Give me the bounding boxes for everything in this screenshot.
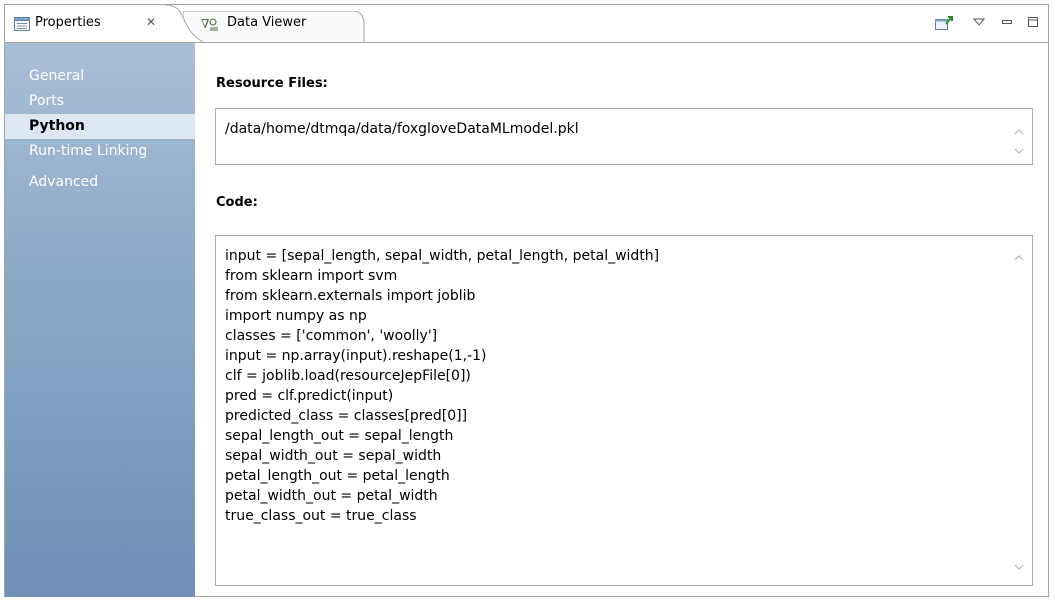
code-line: true_class_out = true_class — [225, 508, 417, 524]
code-line: clf = joblib.load(resourceJepFile[0]) — [225, 368, 471, 384]
code-line: sepal_length_out = sepal_length — [225, 428, 454, 444]
tab-properties[interactable]: Properties ✕ — [5, 5, 165, 42]
scroll-up-icon[interactable] — [1013, 128, 1025, 136]
code-line: classes = ['common', 'woolly'] — [225, 328, 438, 344]
scroll-down-icon[interactable] — [1013, 147, 1025, 155]
code-line: petal_width_out = petal_width — [225, 488, 438, 504]
code-text: input = [sepal_length, sepal_width, peta… — [225, 246, 659, 526]
maximize-icon[interactable] — [1027, 16, 1039, 32]
code-line: import numpy as np — [225, 308, 367, 324]
tab-data-viewer-label: Data Viewer — [227, 15, 307, 30]
code-line: predicted_class = classes[pred[0]] — [225, 408, 468, 424]
code-line: sepal_width_out = sepal_width — [225, 448, 442, 464]
resource-files-label: Resource Files: — [216, 76, 328, 91]
code-line: input = np.array(input).reshape(1,-1) — [225, 348, 487, 364]
code-line: pred = clf.predict(input) — [225, 388, 394, 404]
minimize-icon[interactable] — [1001, 16, 1013, 31]
close-icon[interactable]: ✕ — [146, 15, 156, 29]
view-menu-icon[interactable] — [972, 16, 986, 31]
tab-properties-label: Properties — [35, 15, 101, 30]
view-tab-bar: Properties ✕ ∇ Data Viewer — [5, 5, 1048, 43]
resource-file-path: /data/home/dtmqa/data/foxgloveDataMLmode… — [225, 121, 579, 137]
code-line: from sklearn.externals import joblib — [225, 288, 476, 304]
scroll-up-icon[interactable] — [1013, 254, 1025, 262]
sidebar-item-advanced[interactable]: Advanced — [5, 170, 195, 195]
code-label: Code: — [216, 195, 258, 210]
sidebar-item-run-time-linking[interactable]: Run-time Linking — [5, 139, 195, 164]
resource-files-field[interactable]: /data/home/dtmqa/data/foxgloveDataMLmode… — [215, 108, 1033, 165]
code-editor[interactable]: input = [sepal_length, sepal_width, peta… — [215, 235, 1033, 586]
pin-view-icon[interactable] — [935, 16, 953, 34]
properties-view-icon — [14, 17, 30, 35]
properties-view: Properties ✕ ∇ Data Viewer General Ports… — [4, 4, 1049, 597]
sidebar-item-ports[interactable]: Ports — [5, 89, 195, 114]
sidebar-item-general[interactable]: General — [5, 64, 195, 89]
code-line: petal_length_out = petal_length — [225, 468, 450, 484]
svg-text:∇: ∇ — [201, 17, 209, 31]
code-line: from sklearn import svm — [225, 268, 398, 284]
scroll-down-icon[interactable] — [1013, 563, 1025, 571]
sidebar-item-python[interactable]: Python — [5, 114, 195, 139]
data-viewer-icon: ∇ — [201, 17, 221, 35]
property-sections-nav: General Ports Python Run-time Linking Ad… — [5, 43, 195, 597]
code-line: input = [sepal_length, sepal_width, peta… — [225, 248, 660, 264]
